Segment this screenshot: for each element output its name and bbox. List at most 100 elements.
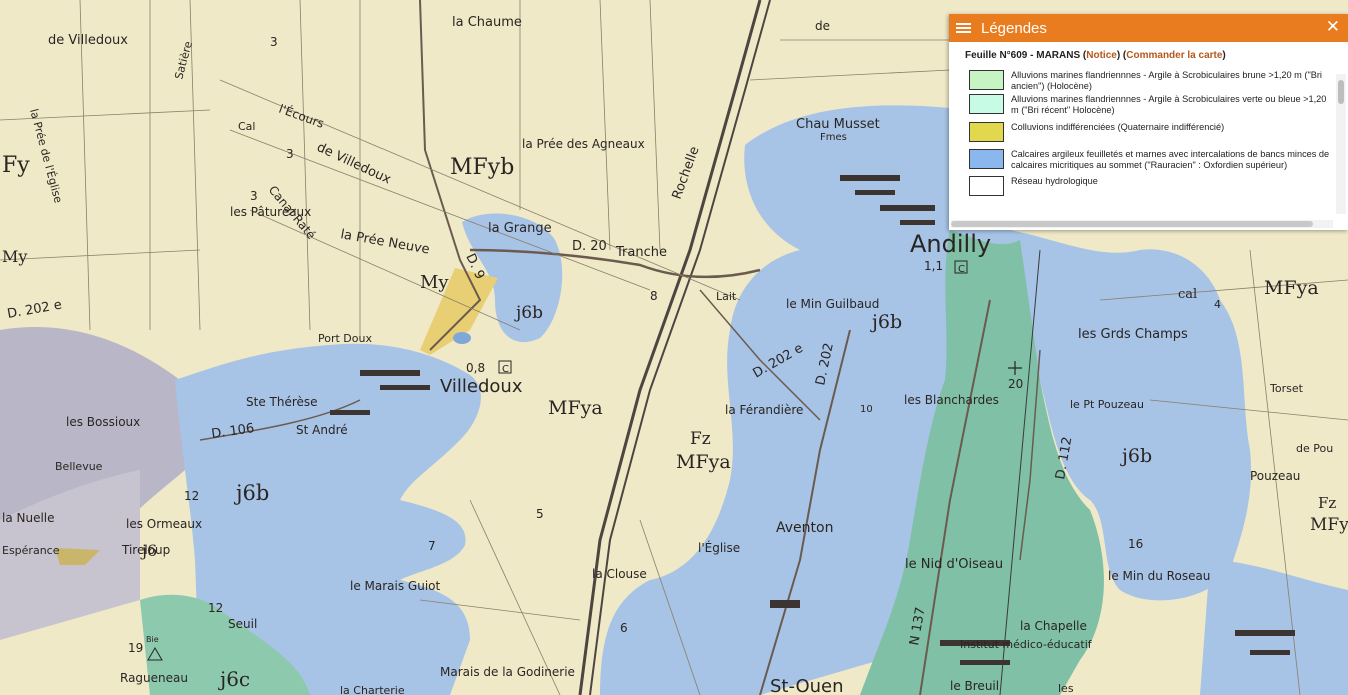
label-esperance: Espérance [2, 544, 60, 557]
legend-vertical-scrollbar[interactable] [1336, 74, 1346, 214]
code-mfya-villedoux: MFya [548, 397, 603, 419]
legend-item: Colluvions indifférenciées (Quaternaire … [969, 122, 1334, 142]
code-fz: Fz [690, 429, 711, 449]
label-les-grds-champs: les Grds Champs [1078, 327, 1188, 342]
label-port-doux: Port Doux [318, 332, 372, 345]
label-fmes: Fmes [820, 132, 847, 143]
legend-swatch [969, 149, 1004, 169]
label-tranche: Tranche [615, 245, 667, 260]
scrollbar-thumb[interactable] [951, 221, 1313, 227]
spot-20: 20 [1008, 377, 1023, 391]
spot-bie: Bie [146, 635, 159, 644]
legend-swatch [969, 94, 1004, 114]
label-la-nuelle: la Nuelle [2, 511, 55, 525]
code-j6b-right: j6b [1120, 445, 1152, 467]
label-le-pt-pouzeau: le Pt Pouzeau [1070, 398, 1144, 411]
label-le-min-du-roseau: le Min du Roseau [1108, 569, 1210, 583]
legend-horizontal-scrollbar[interactable] [951, 220, 1333, 228]
legend-list: Alluvions marines flandriennnes - Argile… [949, 70, 1334, 196]
label-le-nid-d-oiseau: le Nid d'Oiseau [905, 557, 1003, 572]
label-de-villedoux: de Villedoux [48, 33, 128, 48]
label-cal: Cal [238, 120, 255, 133]
label-l-eglise: l'Église [698, 540, 740, 555]
label-ste-therese: Ste Thérèse [246, 395, 318, 409]
spot-3c: 3 [250, 189, 258, 203]
label-andilly: Andilly [910, 230, 991, 258]
legend-header: Légendes ✕ [949, 14, 1348, 42]
spot-3a: 3 [270, 35, 278, 49]
label-les-blanchardes: les Blanchardes [904, 393, 999, 407]
legend-item: Réseau hydrologique [969, 176, 1334, 196]
label-laiterie: Lait [716, 290, 737, 303]
code-my-center: My [420, 272, 449, 293]
label-les-bossioux: les Bossioux [66, 415, 140, 429]
code-j6b-andilly: j6b [870, 311, 902, 333]
spot-8: 8 [650, 289, 658, 303]
spot-10: 10 [860, 404, 873, 415]
notice-link[interactable]: Notice [1086, 50, 1117, 61]
legend-item: Calcaires argileux feuilletés et marnes … [969, 149, 1334, 170]
list-icon [957, 23, 979, 33]
code-j6b-center: j6b [514, 303, 543, 323]
label-ragueneau: Ragueneau [120, 671, 188, 685]
code-j6c: j6c [218, 667, 250, 691]
code-fy-left: Fy [2, 153, 30, 178]
pond-villedoux [453, 332, 471, 344]
scrollbar-thumb[interactable] [1338, 80, 1344, 104]
legend-body: Feuille N°609 - MARANS (Notice) (Command… [949, 42, 1334, 216]
label-la-ferandiere: la Férandière [725, 403, 803, 417]
spot-4: 4 [1214, 298, 1221, 311]
legend-item-label: Alluvions marines flandriennnes - Argile… [1011, 94, 1327, 115]
label-les-patureaux: les Pâtureaux [230, 205, 311, 219]
label-le-min-guilbaud: le Min Guilbaud [786, 297, 879, 311]
label-la-pree-des-agneaux: la Prée des Agneaux [522, 137, 645, 151]
label-la-clouse: la Clouse [592, 567, 647, 581]
order-map-link[interactable]: Commander la carte [1126, 50, 1222, 61]
legend-swatch [969, 70, 1004, 90]
spot-0-8: 0,8 [466, 361, 485, 375]
legend-item-label: Colluvions indifférenciées (Quaternaire … [1011, 122, 1225, 132]
label-la-grange: la Grange [488, 221, 552, 236]
label-la-chapelle: la Chapelle [1020, 619, 1087, 633]
legend-item-label: Alluvions marines flandriennnes - Argile… [1011, 70, 1322, 91]
legend-item: Alluvions marines flandriennnes - Argile… [969, 70, 1334, 91]
label-le-breuil: le Breuil [950, 679, 999, 693]
code-my-left: My [2, 247, 27, 266]
label-st-ouen: St-Ouen [770, 676, 844, 695]
label-torset: Torset [1269, 382, 1304, 395]
spot-12a: 12 [184, 489, 199, 503]
label-les: les [1058, 682, 1074, 695]
spot-19: 19 [128, 641, 143, 655]
label-la-chartere: la Charterie [340, 684, 405, 695]
label-seuil: Seuil [228, 617, 257, 631]
label-marais-de-la-godinerie: Marais de la Godinerie [440, 665, 575, 679]
close-icon[interactable]: ✕ [1326, 17, 1340, 37]
sheet-name: Feuille N°609 - MARANS [965, 50, 1081, 61]
code-mfya-right: MFya [1264, 277, 1319, 299]
code-j6b-south: j6b [233, 481, 269, 505]
legend-title: Légendes [981, 19, 1047, 37]
label-la-chaume: la Chaume [452, 15, 522, 30]
code-mfya-mid: MFya [676, 451, 731, 473]
label-le-marais-guiot: le Marais Guiot [350, 579, 441, 593]
label-institut: Institut médico-éducatif [960, 638, 1093, 651]
legend-item-label: Calcaires argileux feuilletés et marnes … [1011, 149, 1330, 170]
label-les-ormeaux: les Ormeaux [126, 517, 202, 531]
label-pouzeau: Pouzeau [1250, 469, 1300, 483]
label-villedoux: Villedoux [440, 376, 523, 397]
code-fz-right: Fz [1318, 494, 1336, 512]
label-aventon: Aventon [776, 520, 833, 536]
spot-12b: 12 [208, 601, 223, 615]
spot-6: 6 [620, 621, 628, 635]
label-chau-musset: Chau Musset [796, 117, 880, 132]
code-mfyb: MFyb [450, 155, 514, 180]
legend-swatch [969, 176, 1004, 196]
road-label-d20: D. 20 [572, 239, 607, 254]
sheet-line: Feuille N°609 - MARANS (Notice) (Command… [965, 50, 1226, 61]
legend-swatch [969, 122, 1004, 142]
label-de-pou: de Pou [1296, 442, 1333, 455]
spot-7: 7 [428, 539, 436, 553]
spot-1-1: 1,1 [924, 259, 943, 273]
label-bellevue: Bellevue [55, 460, 103, 473]
legend-panel: Légendes ✕ Feuille N°609 - MARANS (Notic… [949, 14, 1348, 230]
